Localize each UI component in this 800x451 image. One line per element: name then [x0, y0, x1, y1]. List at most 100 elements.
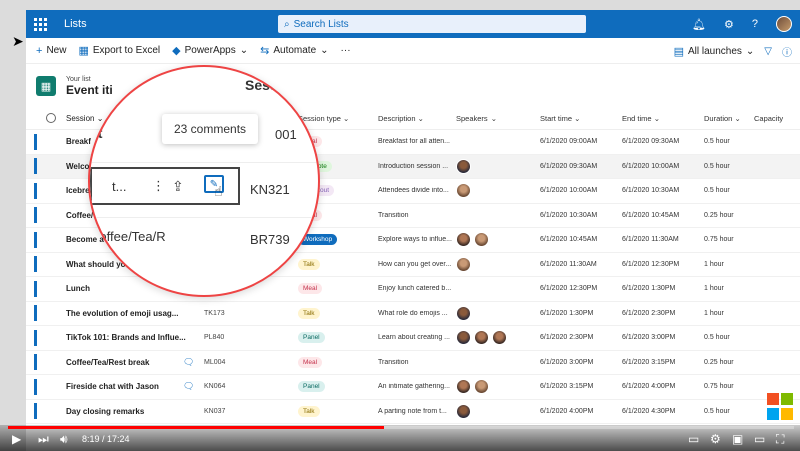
table-row[interactable]: Coffee/Tea/Rest break 🗨︎ ML004 Meal Transiti… [26, 351, 800, 375]
duration: 1 hour [704, 309, 724, 317]
start-time: 6/1/2020 10:45AM [540, 236, 598, 244]
row-color-bar [34, 305, 37, 322]
col-description[interactable]: Description ⌄ [378, 114, 452, 123]
table-row[interactable]: TikTok 101: Brands and Influe... PL840 Pan… [26, 326, 800, 351]
session-name[interactable]: TikTok 101: Brands and Influe... [66, 333, 186, 342]
speakers [456, 256, 471, 272]
end-time: 6/1/2020 11:30AM [622, 236, 679, 244]
session-type-badge: Talk [298, 258, 320, 270]
avatar[interactable] [776, 16, 792, 32]
col-duration[interactable]: Duration ⌄ [704, 114, 741, 123]
start-time: 6/1/2020 1:30PM [540, 309, 594, 317]
help-icon[interactable]: ? [752, 18, 758, 30]
session-type-badge: Panel [298, 332, 325, 344]
captions-icon[interactable]: ▭ [688, 432, 699, 446]
session-type-badge: Meal [298, 356, 323, 368]
speaker-avatar[interactable] [474, 379, 489, 395]
row-color-bar [34, 280, 37, 297]
comment-icon[interactable]: 🗨︎ [183, 381, 194, 392]
description: Breakfast for all atten... [378, 138, 450, 146]
select-all-checkbox[interactable] [46, 112, 56, 123]
session-name[interactable]: Coffee/Tea/Rest break [66, 358, 186, 367]
comments-tooltip: 23 comments [162, 114, 259, 144]
speaker-avatar[interactable] [492, 330, 507, 346]
new-button[interactable]: + New [36, 45, 66, 57]
zoom-tea-fragment: Coffee/Tea/R [90, 229, 166, 244]
speaker-avatar[interactable] [456, 403, 471, 419]
row-color-bar [34, 378, 37, 395]
theater-icon[interactable]: ▭ [754, 432, 765, 446]
start-time: 6/1/2020 09:30AM [540, 162, 598, 170]
start-time: 6/1/2020 3:15PM [540, 383, 594, 391]
next-icon[interactable]: ⏭ [38, 432, 49, 447]
search-input[interactable]: ⌕ Search Lists [278, 15, 586, 33]
row-color-bar [34, 354, 37, 371]
settings-icon[interactable]: ⚙ [710, 432, 721, 446]
duration: 0.75 hour [704, 236, 734, 244]
col-start[interactable]: Start time ⌄ [540, 114, 580, 123]
play-icon[interactable]: ▶ [12, 432, 21, 446]
session-type-badge: Meal [298, 283, 323, 295]
session-name[interactable]: Day closing remarks [66, 407, 186, 416]
speaker-avatar[interactable] [474, 232, 489, 248]
speaker-avatar[interactable] [474, 330, 489, 346]
row-color-bar [34, 133, 37, 150]
app-launcher-icon[interactable] [26, 10, 54, 38]
end-time: 6/1/2020 4:00PM [622, 383, 676, 391]
speaker-avatar[interactable] [456, 256, 471, 272]
description: Explore ways to influe... [378, 236, 452, 244]
automate-button[interactable]: ⇆ Automate ⌄ [260, 44, 328, 57]
start-time: 6/1/2020 12:30PM [540, 285, 598, 293]
speaker-avatar[interactable] [456, 305, 471, 321]
row-color-bar [34, 158, 37, 175]
speaker-avatar[interactable] [456, 232, 471, 248]
table-row[interactable]: The evolution of emoji usag... TK173 Talk W… [26, 302, 800, 326]
start-time: 6/1/2020 09:00AM [540, 138, 598, 146]
powerapps-button[interactable]: ◆ PowerApps ⌄ [172, 44, 248, 57]
session-code: KN037 [204, 407, 226, 415]
speaker-avatar[interactable] [456, 379, 471, 395]
col-speakers[interactable]: Speakers ⌄ [456, 114, 497, 123]
col-capacity[interactable]: Capacity [754, 114, 783, 123]
col-session-type[interactable]: Session type ⌄ [298, 114, 349, 123]
more-actions-icon[interactable]: ⋮ [152, 178, 165, 194]
page-title: Event iti [66, 82, 113, 97]
export-button[interactable]: ▦ Export to Excel [78, 44, 160, 57]
comment-icon[interactable]: 🗨︎ [183, 357, 194, 368]
start-time: 6/1/2020 4:00PM [540, 407, 594, 415]
hand-cursor-icon: ☝ [214, 183, 223, 199]
description: Attendees divide into... [378, 187, 449, 195]
time-display: 8:19 / 17:24 [82, 434, 130, 444]
filter-icon[interactable]: ▽ [764, 46, 772, 57]
search-placeholder: Search Lists [293, 18, 349, 30]
end-time: 6/1/2020 3:00PM [622, 334, 676, 342]
share-icon[interactable]: ⇪ [172, 178, 184, 195]
speakers [456, 158, 471, 174]
bell-icon[interactable]: 🔔︎ [692, 18, 706, 31]
fullscreen-icon[interactable]: ⛶ [776, 432, 784, 447]
gear-icon[interactable]: ⚙ [724, 18, 734, 31]
row-color-bar [34, 403, 37, 420]
duration: 1 hour [704, 285, 724, 293]
app-name[interactable]: Lists [64, 18, 87, 30]
view-selector[interactable]: ▤ All launches ⌄ [674, 45, 755, 58]
calendar-icon: ▦ [36, 76, 56, 96]
progress-bar[interactable] [8, 426, 794, 429]
microsoft-logo [767, 393, 794, 420]
speaker-avatar[interactable] [456, 183, 471, 199]
session-name[interactable]: The evolution of emoji usag... [66, 309, 186, 318]
more-button[interactable]: ··· [341, 45, 351, 56]
volume-icon[interactable]: 🔊︎ [60, 432, 68, 447]
session-name[interactable]: Fireside chat with Jason [66, 382, 186, 391]
table-row[interactable]: Day closing remarks KN037 Talk A parting no… [26, 400, 800, 424]
table-row[interactable]: Lunch🗨︎ML003MealEnjoy lunch catered b...… [26, 277, 800, 302]
start-time: 6/1/2020 11:30AM [540, 260, 597, 268]
info-icon[interactable]: ⓘ [782, 44, 792, 59]
speaker-avatar[interactable] [456, 330, 471, 346]
row-color-bar [34, 231, 37, 248]
row-color-bar [34, 329, 37, 346]
col-end[interactable]: End time ⌄ [622, 114, 660, 123]
miniplayer-icon[interactable]: ▣ [732, 432, 743, 446]
speaker-avatar[interactable] [456, 158, 471, 174]
table-row[interactable]: Fireside chat with Jason 🗨︎ KN064 Panel An i… [26, 375, 800, 400]
